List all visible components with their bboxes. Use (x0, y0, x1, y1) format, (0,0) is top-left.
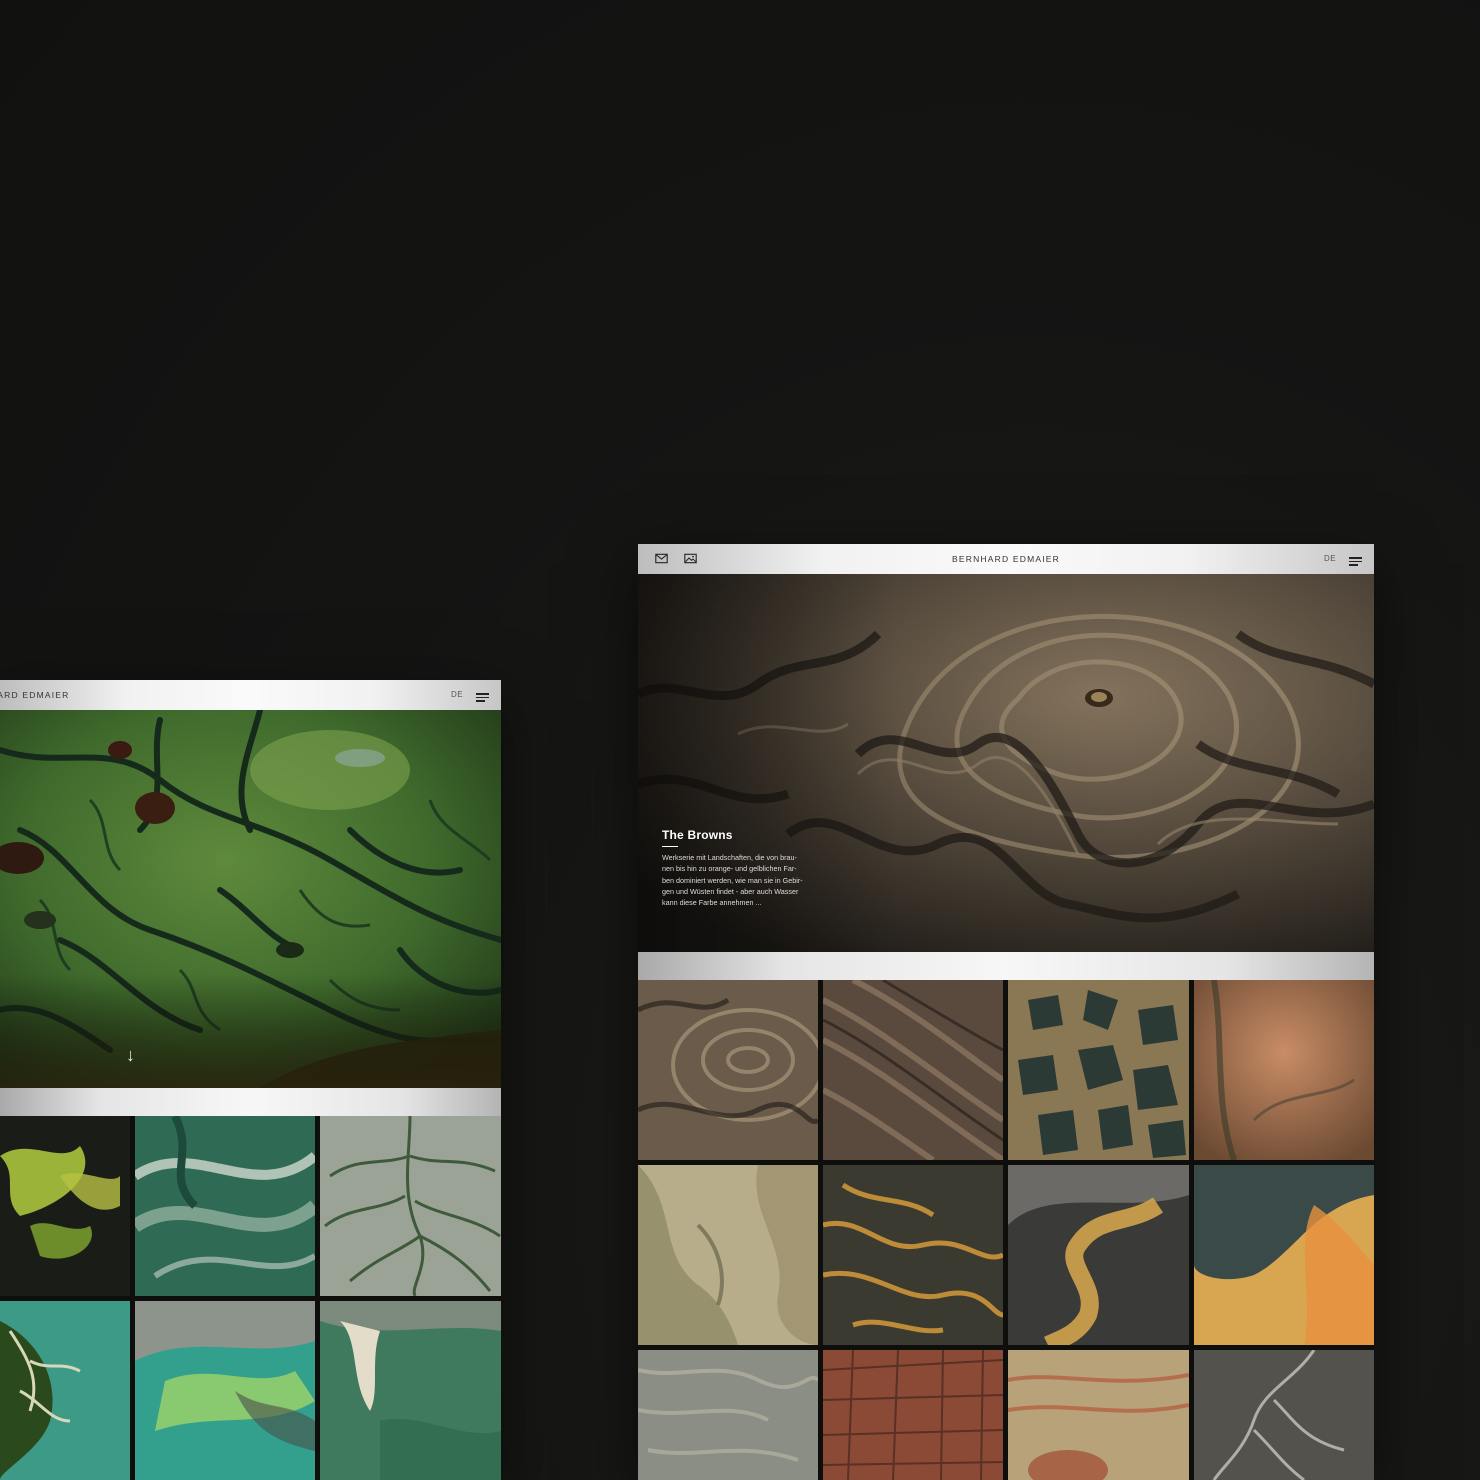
section-divider (0, 1088, 501, 1116)
hamburger-icon[interactable] (476, 693, 489, 702)
brand-logo[interactable]: BERNHARD EDMAIER (638, 554, 1374, 564)
hero-description-line: nen bis hin zu orange- und gelblichen Fa… (662, 864, 797, 874)
hero-description: Werkserie mit Landschaften, die von brau… (662, 852, 838, 908)
gallery-tile[interactable] (320, 1301, 501, 1480)
gallery-tile[interactable] (638, 980, 818, 1160)
gallery-tile[interactable] (0, 1116, 130, 1296)
hero-image-wetlands: ↓ (0, 710, 501, 1088)
language-switch[interactable]: DE (1324, 554, 1336, 563)
gallery-tile[interactable] (135, 1116, 315, 1296)
gallery-tile[interactable] (1008, 1350, 1189, 1480)
hero-title-underline (662, 846, 678, 847)
hero-description-line: ben dominiert werden, wie man sie in Geb… (662, 875, 803, 885)
site-header: BERNHARD EDMAIER DE (0, 680, 501, 710)
gallery-tile[interactable] (823, 1165, 1003, 1345)
gallery-tile[interactable] (638, 1350, 818, 1480)
gallery-tile[interactable] (1008, 1165, 1189, 1345)
section-divider (638, 952, 1374, 980)
hamburger-icon[interactable] (1349, 557, 1362, 566)
gallery-tile[interactable] (823, 980, 1003, 1160)
gallery-tile[interactable] (320, 1116, 501, 1296)
arrow-down-icon[interactable]: ↓ (126, 1046, 135, 1064)
gallery-tile[interactable] (135, 1301, 315, 1480)
gallery-tile[interactable] (1194, 1165, 1374, 1345)
gallery-tile[interactable] (1194, 1350, 1374, 1480)
brand-logo[interactable]: BERNHARD EDMAIER (0, 690, 266, 700)
hero-title: The Browns (662, 828, 733, 842)
gallery-tile[interactable] (823, 1350, 1003, 1480)
hero-description-line: kann diese Farbe annehmen ... (662, 898, 762, 908)
gallery-tile[interactable] (0, 1301, 130, 1480)
hero-image-browns: The Browns Werkserie mit Landschaften, d… (638, 574, 1374, 952)
site-header: BERNHARD EDMAIER DE (638, 544, 1374, 574)
gallery-tile[interactable] (638, 1165, 818, 1345)
gallery-tile[interactable] (1194, 980, 1374, 1160)
right-website-screen: BERNHARD EDMAIER DE The Browns Werkserie… (638, 544, 1374, 1480)
hero-description-line: Werkserie mit Landschaften, die von brau… (662, 853, 797, 862)
hero-description-line: gen und Wüsten findet - aber auch Wasser (662, 886, 799, 896)
language-switch[interactable]: DE (451, 690, 463, 699)
gallery-tile[interactable] (1008, 980, 1189, 1160)
left-website-screen: BERNHARD EDMAIER DE (0, 680, 501, 1480)
